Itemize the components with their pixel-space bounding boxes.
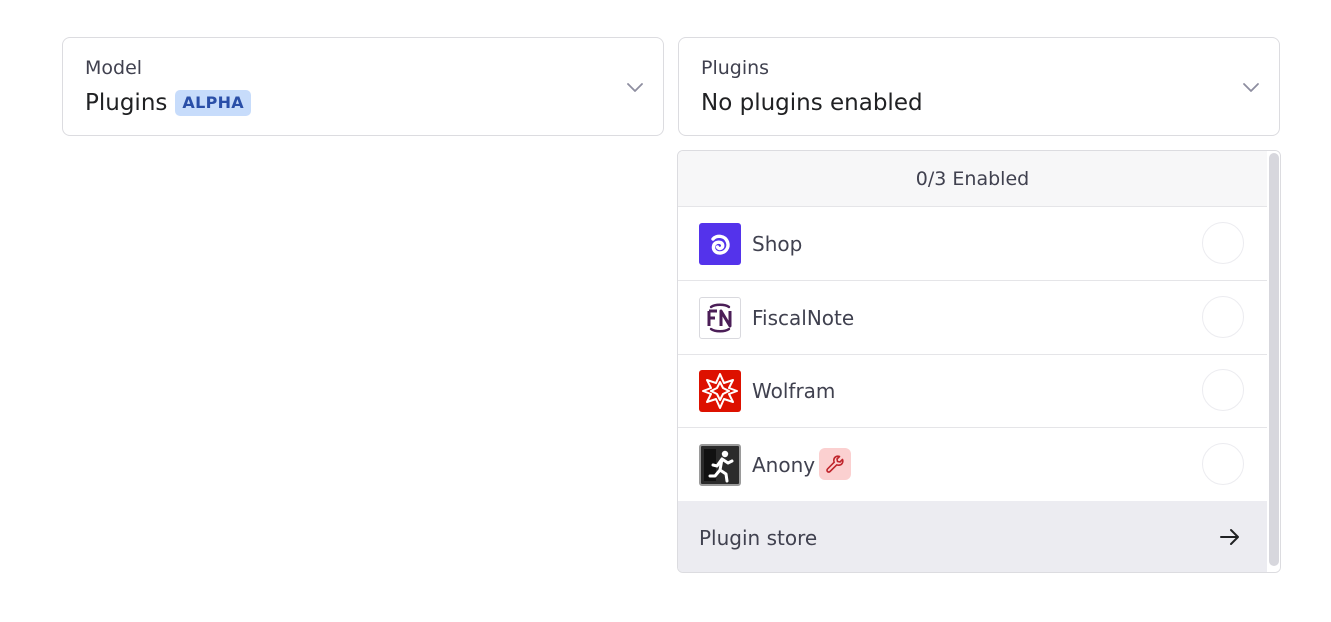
plugins-select[interactable]: Plugins No plugins enabled <box>678 37 1280 136</box>
plugins-value-text: No plugins enabled <box>701 90 923 116</box>
plugin-name: FiscalNote <box>752 306 855 330</box>
arrow-right-icon <box>1220 529 1239 545</box>
plugin-row-wolfram[interactable]: Wolfram <box>678 354 1267 428</box>
enabled-count: 0/3 Enabled <box>678 151 1267 207</box>
plugin-store-link[interactable]: Plugin store <box>678 501 1267 572</box>
plugin-toggle-anony[interactable] <box>1202 443 1244 485</box>
plugin-row-shop[interactable]: Shop <box>678 207 1267 281</box>
wolfram-logo-icon <box>699 370 741 412</box>
plugins-dropdown: 0/3 Enabled Shop FiscalNote Wolfram Anon… <box>677 150 1281 573</box>
alpha-badge: ALPHA <box>175 90 251 116</box>
model-value: Plugins ALPHA <box>85 88 251 118</box>
plugin-row-fiscalnote[interactable]: FiscalNote <box>678 281 1267 355</box>
plugins-label: Plugins <box>701 57 770 79</box>
plugin-toggle-wolfram[interactable] <box>1202 369 1244 411</box>
plugin-store-label: Plugin store <box>699 526 818 550</box>
plugin-name: Shop <box>752 232 803 256</box>
plugin-name: Wolfram <box>752 379 836 403</box>
shop-logo-icon <box>699 223 741 265</box>
wrench-icon <box>819 448 851 480</box>
chevron-down-icon <box>1243 83 1259 92</box>
scrollbar-thumb[interactable] <box>1269 153 1279 566</box>
model-label: Model <box>85 57 143 79</box>
scrollbar[interactable] <box>1267 151 1280 572</box>
model-select[interactable]: Model Plugins ALPHA <box>62 37 664 136</box>
running-person-icon <box>699 444 741 486</box>
plugin-row-anony[interactable]: Anony <box>678 428 1267 502</box>
plugins-value: No plugins enabled <box>701 88 923 118</box>
model-value-text: Plugins <box>85 90 168 116</box>
chevron-down-icon <box>627 83 643 92</box>
plugin-toggle-shop[interactable] <box>1202 222 1244 264</box>
plugin-toggle-fiscalnote[interactable] <box>1202 296 1244 338</box>
plugin-name: Anony <box>752 453 816 477</box>
fiscalnote-logo-icon <box>699 297 741 339</box>
